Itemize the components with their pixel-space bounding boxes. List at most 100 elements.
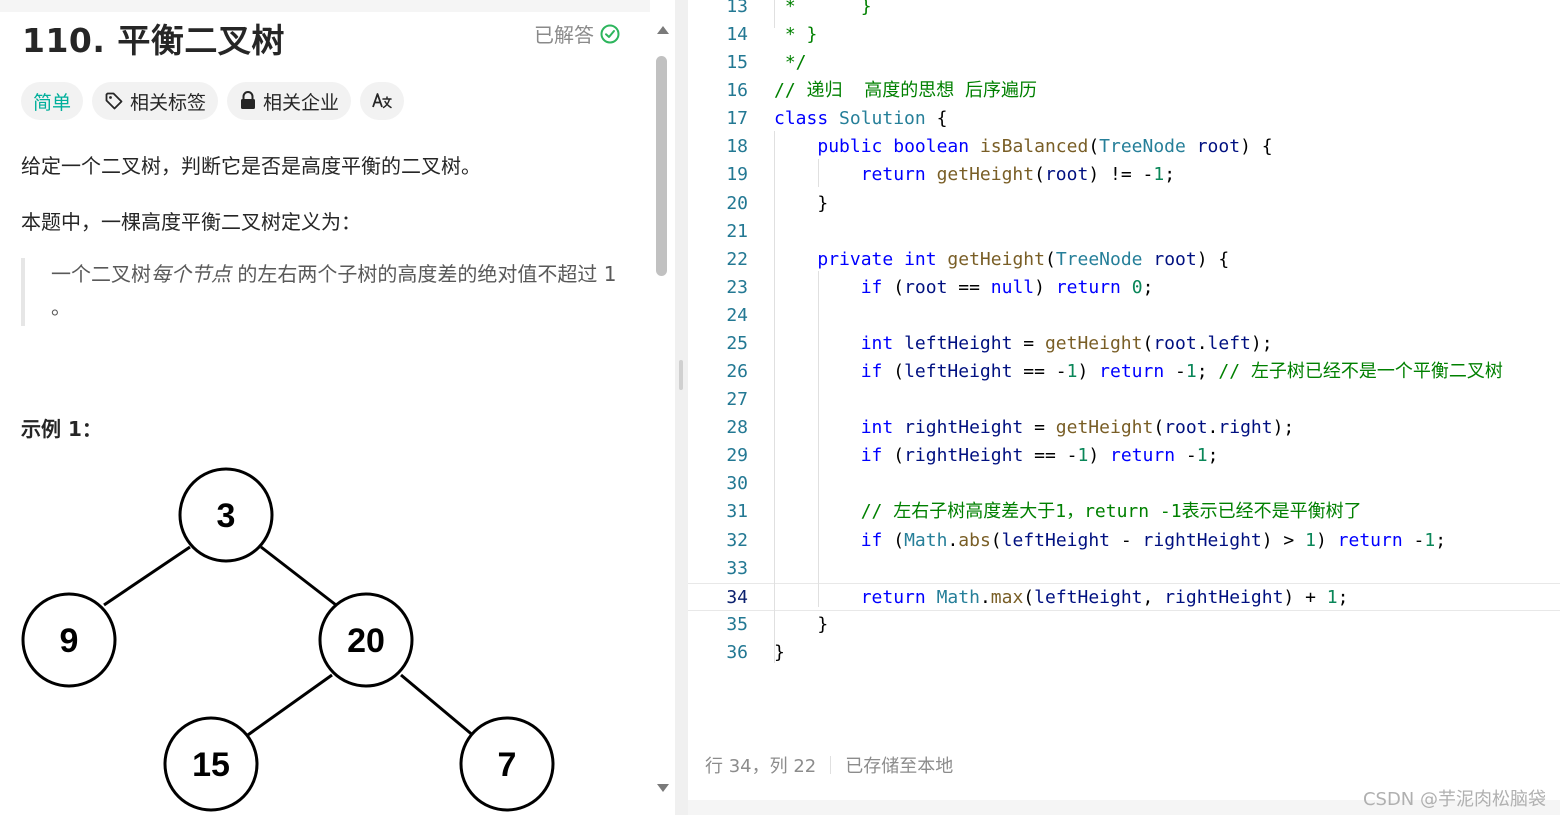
line-number: 31: [726, 501, 748, 523]
code-text[interactable]: }: [774, 639, 785, 667]
code-line[interactable]: 35 }: [688, 611, 1560, 639]
tree-node-label: 7: [498, 746, 517, 784]
check-circle-icon: [600, 24, 620, 43]
code-text[interactable]: int leftHeight = getHeight(root.left);: [774, 330, 1273, 358]
code-text[interactable]: // 左右子树高度差大于1，return -1表示已经不是平衡树了: [774, 498, 1362, 526]
indent-guide: [818, 159, 819, 187]
code-line[interactable]: 20 }: [688, 190, 1560, 218]
tree-node-label: 15: [192, 746, 230, 784]
line-number: 34: [726, 586, 748, 608]
related-companies-button[interactable]: 相关企业: [227, 82, 352, 120]
code-line[interactable]: 15 */: [688, 49, 1560, 77]
resize-grip[interactable]: [679, 360, 683, 390]
tree-node-label: 3: [217, 497, 236, 535]
code-text[interactable]: private int getHeight(TreeNode root) {: [774, 246, 1229, 274]
tree-edge: [244, 673, 333, 739]
related-companies-label: 相关企业: [263, 91, 340, 114]
code-line[interactable]: 16 // 递归 高度的思想 后序遍历: [688, 77, 1560, 105]
code-line[interactable]: 13 * }: [688, 0, 1560, 21]
code-line[interactable]: 18 public boolean isBalanced(TreeNode ro…: [688, 133, 1560, 161]
line-number: 20: [726, 192, 748, 214]
code-text[interactable]: return Math.max(leftHeight, rightHeight)…: [774, 584, 1349, 612]
line-number: 35: [726, 613, 748, 635]
tree-node-label: 9: [60, 622, 79, 660]
line-number: 28: [726, 417, 748, 439]
description-scrollbar[interactable]: [654, 20, 670, 800]
definition-quote: 一个二叉树每个节点 的左右两个子树的高度差的绝对值不超过 1 。: [21, 258, 631, 326]
indent-guide: [774, 131, 775, 663]
code-text[interactable]: class Solution {: [774, 105, 947, 133]
tree-node-label: 20: [347, 622, 385, 660]
difficulty-badge[interactable]: 简单: [21, 82, 84, 120]
code-text[interactable]: * }: [774, 0, 872, 21]
description-paragraph-2: 本题中，一棵高度平衡二叉树定义为：: [21, 210, 361, 234]
line-number: 25: [726, 332, 748, 354]
save-status: 已存储至本地: [845, 756, 954, 777]
line-number: 19: [726, 164, 748, 186]
cursor-position: 行 34，列 22: [705, 756, 817, 777]
code-line[interactable]: 22 private int getHeight(TreeNode root) …: [688, 246, 1560, 274]
indent-guide: [818, 271, 819, 607]
line-number: 29: [726, 445, 748, 467]
line-number: 21: [726, 220, 748, 242]
code-editor[interactable]: 13 * } 14 * } 15 */16// 递归 高度的思想 后序遍历 17 cla…: [688, 0, 1560, 815]
panel-top-bar: [0, 0, 650, 12]
line-number: 22: [726, 248, 748, 270]
problem-panel: 110. 平衡二叉树 已解答 简单 相关标签 相关企业 给定一个二叉树，判断它是…: [0, 0, 675, 815]
line-number: 13: [726, 0, 748, 17]
problem-title: 110. 平衡二叉树: [22, 21, 285, 60]
indent-guide: [774, 0, 775, 28]
status-separator: [830, 756, 832, 774]
code-text[interactable]: }: [774, 190, 828, 218]
line-number: 17: [726, 108, 748, 130]
quote-emphasis: 每个节点: [151, 262, 231, 286]
line-number: 32: [726, 529, 748, 551]
code-text[interactable]: if (root == null) return 0;: [774, 274, 1154, 302]
related-tags-label: 相关标签: [130, 91, 207, 114]
scroll-down-arrow-icon[interactable]: [657, 784, 669, 792]
tree-edge: [400, 673, 476, 739]
code-text[interactable]: if (leftHeight == -1) return -1; // 左子树已…: [774, 358, 1503, 386]
code-line[interactable]: 36}: [688, 639, 1560, 667]
example-title: 示例 1：: [21, 417, 102, 441]
line-number: 15: [726, 52, 748, 74]
tag-bar: 简单 相关标签 相关企业: [21, 82, 405, 120]
difficulty-label: 简单: [33, 91, 72, 114]
line-number: 24: [726, 304, 748, 326]
translate-button[interactable]: [360, 82, 405, 120]
lock-icon: [241, 91, 256, 109]
code-text[interactable]: public boolean isBalanced(TreeNode root)…: [774, 133, 1272, 161]
line-number: 16: [726, 80, 748, 102]
tree-edge: [103, 545, 191, 607]
line-number: 30: [726, 473, 748, 495]
code-text[interactable]: int rightHeight = getHeight(root.right);: [774, 414, 1295, 442]
code-text[interactable]: // 递归 高度的思想 后序遍历: [774, 77, 1037, 105]
line-number: 18: [726, 136, 748, 158]
tree-edge: [260, 545, 337, 607]
translate-icon: [372, 93, 392, 109]
tag-icon: [105, 92, 123, 110]
scroll-up-arrow-icon[interactable]: [657, 26, 669, 34]
code-text[interactable]: if (rightHeight == -1) return -1;: [774, 442, 1219, 470]
code-line[interactable]: 17 class Solution {: [688, 105, 1560, 133]
line-number: 36: [726, 641, 748, 663]
code-line[interactable]: 14 * }: [688, 21, 1560, 49]
line-number: 23: [726, 276, 748, 298]
line-number: 33: [726, 557, 748, 579]
line-number: 26: [726, 361, 748, 383]
code-text[interactable]: * }: [774, 21, 818, 49]
related-tags-button[interactable]: 相关标签: [92, 82, 219, 120]
code-text[interactable]: if (Math.abs(leftHeight - rightHeight) >…: [774, 527, 1446, 555]
code-line[interactable]: 21: [688, 218, 1560, 246]
code-text[interactable]: }: [774, 611, 828, 639]
line-number: 27: [726, 389, 748, 411]
example-tree-diagram: 3 9 20 15 7: [21, 467, 555, 812]
panel-resize-handle[interactable]: [675, 0, 688, 815]
code-text[interactable]: return getHeight(root) != -1;: [774, 161, 1175, 189]
quote-prefix: 一个二叉树: [51, 262, 151, 286]
code-text[interactable]: */: [774, 49, 807, 77]
csdn-watermark: CSDN @芋泥肉松脑袋: [1362, 789, 1546, 810]
scrollbar-thumb[interactable]: [656, 56, 667, 276]
solved-status-label: 已解答: [534, 23, 594, 47]
editor-status-bar: 行 34，列 22 已存储至本地: [705, 752, 953, 778]
